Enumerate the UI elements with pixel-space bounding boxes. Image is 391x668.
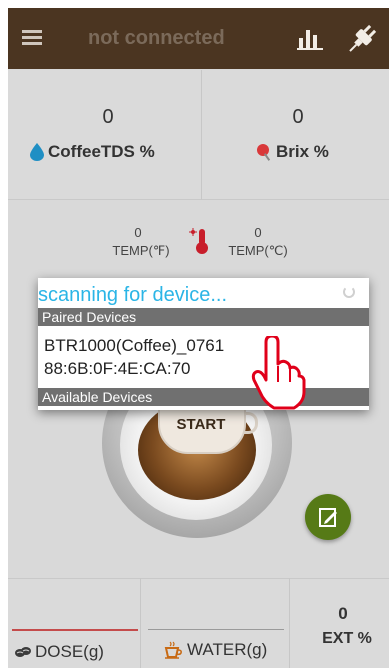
- device-address: 88:6B:0F:4E:CA:70: [44, 359, 191, 378]
- dose-label: DOSE(g): [35, 642, 104, 661]
- lollipop-icon: [257, 144, 271, 161]
- device-name: BTR1000(Coffee)_0761: [44, 336, 225, 355]
- temp-c-value: 0: [254, 225, 262, 240]
- ext-label: EXT %: [322, 630, 372, 647]
- readings-panel: [8, 70, 389, 200]
- brix-value: 0: [292, 106, 304, 128]
- edit-fab-button[interactable]: [305, 494, 351, 540]
- coffee-tds-label: CoffeeTDS %: [48, 142, 155, 161]
- brix-label: Brix %: [276, 142, 329, 161]
- cup-icon: [164, 641, 182, 659]
- divider: [201, 70, 202, 200]
- plug-icon[interactable]: [345, 22, 379, 56]
- top-bar: not connected: [8, 8, 389, 69]
- brix-label-group: Brix %: [256, 142, 329, 162]
- app-screen: not connected 0 CoffeeTDS % 0 Brix % 0 T…: [8, 8, 389, 668]
- water-field[interactable]: WATER(g): [164, 640, 267, 660]
- device-scan-dialog: scanning for device... Paired Devices BT…: [38, 278, 369, 410]
- spinner-icon: [343, 286, 355, 298]
- temp-f-value: 0: [134, 225, 142, 240]
- water-underline: [148, 629, 284, 630]
- start-button[interactable]: START: [166, 416, 236, 433]
- edit-note-icon: [319, 508, 337, 527]
- divider: [289, 578, 290, 668]
- dose-field[interactable]: DOSE(g): [14, 642, 104, 662]
- water-label: WATER(g): [187, 640, 268, 659]
- paired-devices-header: Paired Devices: [38, 308, 369, 326]
- scanning-text: scanning for device...: [38, 284, 227, 306]
- menu-icon[interactable]: [22, 30, 42, 46]
- temp-f-label: TEMP(℉): [112, 243, 170, 258]
- available-devices-header: Available Devices: [38, 388, 369, 406]
- coffee-tds-label-group: CoffeeTDS %: [30, 142, 155, 162]
- connection-status-title: not connected: [88, 27, 225, 49]
- ext-value: 0: [338, 604, 348, 623]
- dose-underline: [12, 629, 138, 631]
- paired-device-item[interactable]: BTR1000(Coffee)_0761 88:6B:0F:4E:CA:70: [38, 326, 369, 384]
- coffee-beans-icon: [15, 647, 31, 657]
- thermometer-icon: [189, 228, 208, 254]
- divider: [140, 578, 141, 668]
- coffee-tds-value: 0: [102, 106, 114, 128]
- water-drop-icon: [30, 143, 44, 161]
- bar-chart-icon[interactable]: [297, 28, 325, 50]
- temp-c-label: TEMP(℃): [228, 243, 288, 258]
- pointing-hand-icon: [251, 336, 306, 410]
